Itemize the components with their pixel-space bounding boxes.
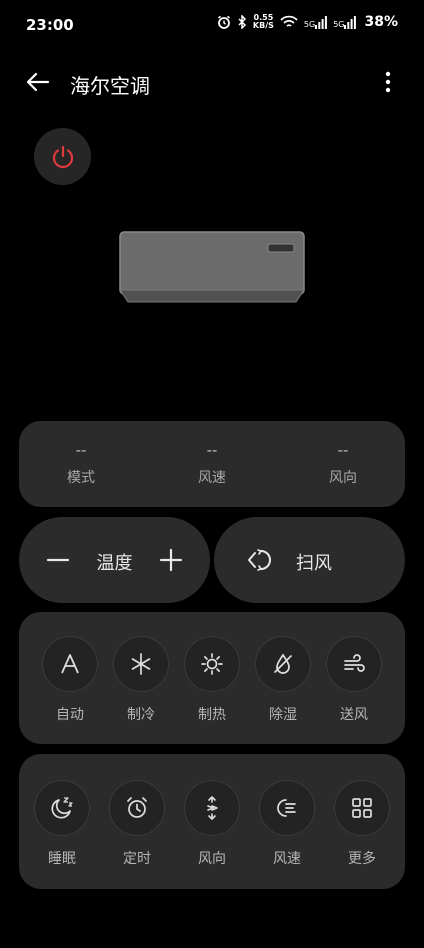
grid-icon bbox=[352, 798, 372, 818]
more-label: 更多 bbox=[348, 851, 376, 867]
mode-dry-button[interactable]: 除湿 bbox=[248, 636, 318, 724]
mode-dry-circle bbox=[255, 636, 311, 692]
status-time: 23:00 bbox=[26, 16, 74, 34]
mode-heat-circle bbox=[184, 636, 240, 692]
power-button[interactable] bbox=[34, 128, 91, 185]
sleep-label: 睡眠 bbox=[48, 851, 76, 867]
more-vertical-icon[interactable] bbox=[376, 68, 400, 96]
net-speed: 0.55 KB/S bbox=[253, 14, 274, 30]
mode-status: -- 模式 bbox=[21, 441, 141, 487]
back-arrow-icon[interactable] bbox=[24, 70, 52, 94]
mode-cool-label: 制冷 bbox=[127, 707, 155, 723]
status-panel: -- 模式 -- 风速 -- 风向 bbox=[19, 421, 405, 507]
wind-direction-button[interactable]: 风向 bbox=[177, 780, 247, 868]
sun-icon bbox=[201, 653, 223, 675]
sim1-label: 5G bbox=[303, 19, 316, 29]
signal-bars-icon bbox=[315, 15, 328, 29]
wind-direction-icon bbox=[207, 796, 218, 820]
signal-sim1: 5G bbox=[303, 15, 328, 29]
wind-direction-label: 风向 bbox=[198, 851, 226, 867]
wind-icon bbox=[344, 654, 365, 672]
sleep-button[interactable]: 睡眠 bbox=[27, 780, 97, 868]
app-bar: 海尔空调 bbox=[0, 60, 424, 104]
mode-label: 模式 bbox=[67, 470, 95, 486]
timer-circle bbox=[109, 780, 165, 836]
swing-button[interactable]: 扫风 bbox=[214, 517, 405, 603]
alarm-icon bbox=[217, 15, 230, 29]
auto-icon bbox=[61, 654, 79, 674]
speed-value: -- bbox=[206, 441, 218, 459]
wind-speed-icon bbox=[277, 799, 296, 817]
mode-heat-button[interactable]: 制热 bbox=[177, 636, 247, 724]
mode-heat-label: 制热 bbox=[198, 707, 226, 723]
snowflake-icon bbox=[131, 653, 151, 675]
speed-label: 风速 bbox=[198, 470, 226, 486]
temperature-control: 温度 bbox=[19, 517, 210, 603]
timer-label: 定时 bbox=[123, 851, 151, 867]
more-button[interactable]: 更多 bbox=[327, 780, 397, 868]
status-icons: 0.55 KB/S 5G 5G 38% bbox=[217, 14, 398, 30]
direction-status: -- 风向 bbox=[283, 441, 403, 487]
bluetooth-icon bbox=[238, 15, 246, 29]
swing-icon bbox=[248, 549, 271, 571]
power-icon bbox=[52, 145, 73, 168]
mode-fan-label: 送风 bbox=[340, 707, 368, 723]
net-speed-unit: KB/S bbox=[252, 21, 274, 30]
wind-speed-label: 风速 bbox=[273, 851, 301, 867]
mode-fan-button[interactable]: 送风 bbox=[319, 636, 389, 724]
plus-icon[interactable] bbox=[158, 547, 184, 573]
timer-button[interactable]: 定时 bbox=[102, 780, 172, 868]
wifi-icon bbox=[280, 15, 298, 27]
mode-fan-circle bbox=[326, 636, 382, 692]
wind-direction-circle bbox=[184, 780, 240, 836]
mode-auto-circle bbox=[42, 636, 98, 692]
more-circle bbox=[334, 780, 390, 836]
speed-status: -- 风速 bbox=[152, 441, 272, 487]
swing-label: 扫风 bbox=[296, 553, 332, 574]
signal-sim2: 5G bbox=[333, 15, 357, 29]
signal-bars-icon bbox=[344, 15, 357, 29]
sim2-label: 5G bbox=[333, 19, 345, 29]
wind-speed-circle bbox=[259, 780, 315, 836]
mode-auto-button[interactable]: 自动 bbox=[35, 636, 105, 724]
mode-dry-label: 除湿 bbox=[269, 707, 297, 723]
mode-cool-circle bbox=[113, 636, 169, 692]
moon-zzz-icon bbox=[51, 797, 73, 819]
mode-auto-label: 自动 bbox=[56, 707, 84, 723]
air-conditioner-illustration bbox=[119, 231, 305, 303]
drop-slash-icon bbox=[274, 653, 292, 674]
page-title: 海尔空调 bbox=[70, 74, 150, 98]
status-bar: 23:00 0.55 KB/S 5G 5G 38% bbox=[0, 0, 424, 50]
sleep-circle bbox=[34, 780, 90, 836]
direction-value: -- bbox=[337, 441, 349, 459]
alarm-clock-icon bbox=[127, 797, 147, 818]
direction-label: 风向 bbox=[329, 470, 357, 486]
wind-speed-button[interactable]: 风速 bbox=[252, 780, 322, 868]
mode-cool-button[interactable]: 制冷 bbox=[106, 636, 176, 724]
mode-panel: 自动 制冷 制热 除湿 送风 bbox=[19, 612, 405, 744]
mode-value: -- bbox=[75, 441, 87, 459]
battery-level: 38% bbox=[364, 14, 398, 30]
feature-panel: 睡眠 定时 风向 风速 更多 bbox=[19, 754, 405, 889]
